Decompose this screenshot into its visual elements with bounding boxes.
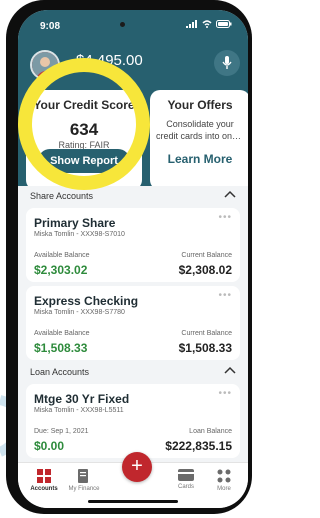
app-screen: 9:08 $4,495.00 Your Credit Score 634 Rat… — [18, 10, 248, 508]
tab-cards-label: Cards — [177, 484, 194, 490]
loan-accounts-header[interactable]: Loan Accounts — [18, 362, 248, 382]
loan-balance-label: Loan Balance — [189, 428, 232, 435]
offers-description-line2: credit cards into one... — [156, 131, 244, 141]
tab-cards[interactable]: Cards — [166, 469, 206, 490]
more-options-icon[interactable]: ••• — [218, 290, 232, 301]
add-button[interactable]: + — [122, 452, 152, 482]
status-icons — [186, 20, 232, 28]
voice-assistant-button[interactable] — [214, 50, 240, 76]
loan-balance-value: $222,835.15 — [165, 439, 232, 453]
account-name: Primary Share — [34, 216, 116, 230]
signal-icon — [186, 20, 197, 28]
credit-score-value: 634 — [69, 120, 99, 139]
available-balance-label: Available Balance — [34, 330, 90, 337]
chevron-up-icon[interactable] — [224, 366, 236, 374]
offers-title: Your Offers — [167, 98, 233, 112]
account-card-primary-share[interactable]: Primary Share Miska Tomlin - XXX98-S7010… — [26, 208, 240, 282]
battery-icon — [216, 20, 232, 28]
due-date-label: Due: Sep 1, 2021 — [34, 428, 89, 435]
account-card-express-checking[interactable]: Express Checking Miska Tomlin - XXX98-S7… — [26, 286, 240, 360]
accounts-icon — [37, 469, 51, 483]
tab-my-finance-label: My Finance — [68, 486, 100, 492]
card-icon — [178, 469, 194, 481]
account-name: Express Checking — [34, 294, 139, 308]
wifi-icon — [202, 20, 212, 28]
learn-more-link[interactable]: Learn More — [150, 152, 248, 166]
account-number: Miska Tomlin - XXX98-S7010 — [34, 231, 125, 238]
available-balance-label: Available Balance — [34, 252, 90, 259]
offers-description-line1: Consolidate your — [166, 119, 234, 129]
more-grid-icon — [217, 469, 231, 483]
more-options-icon[interactable]: ••• — [218, 212, 232, 223]
current-balance-label: Current Balance — [181, 330, 232, 337]
available-balance-value: $1,508.33 — [34, 341, 88, 355]
tab-accounts[interactable]: Accounts — [24, 469, 64, 492]
tab-more[interactable]: More — [204, 469, 244, 492]
microphone-icon — [222, 56, 232, 69]
tab-my-finance[interactable]: My Finance — [64, 469, 104, 492]
user-photo-icon — [32, 52, 58, 78]
status-time: 9:08 — [40, 21, 61, 32]
phone-frame: 9:08 $4,495.00 Your Credit Score 634 Rat… — [6, 0, 252, 514]
status-bar: 9:08 — [18, 10, 248, 36]
home-indicator — [88, 500, 178, 503]
current-balance-label: Current Balance — [181, 252, 232, 259]
available-balance-value: $2,303.02 — [34, 263, 88, 277]
finance-document-icon — [78, 469, 88, 483]
tab-more-label: More — [217, 486, 231, 492]
more-options-icon[interactable]: ••• — [218, 388, 232, 399]
share-accounts-label: Share Accounts — [30, 191, 94, 201]
share-accounts-header[interactable]: Share Accounts — [18, 186, 248, 206]
camera-dot — [120, 22, 125, 27]
loan-number: Miska Tomlin - XXX98-L5511 — [34, 407, 124, 414]
show-report-button[interactable]: Show Report — [38, 149, 130, 173]
offers-card[interactable]: Your Offers Consolidate your credit card… — [150, 90, 248, 190]
amount-due-value: $0.00 — [34, 439, 65, 453]
avatar[interactable] — [30, 50, 60, 80]
total-balance: $4,495.00 — [76, 52, 143, 69]
current-balance-value: $1,508.33 — [178, 341, 232, 355]
loan-accounts-label: Loan Accounts — [30, 367, 90, 377]
credit-score-title: Your Credit Score — [33, 98, 135, 112]
tab-accounts-label: Accounts — [30, 486, 58, 492]
current-balance-value: $2,308.02 — [178, 263, 232, 277]
loan-name: Mtge 30 Yr Fixed — [34, 392, 130, 406]
loan-card-mortgage[interactable]: Mtge 30 Yr Fixed Miska Tomlin - XXX98-L5… — [26, 384, 240, 458]
account-number: Miska Tomlin - XXX98-S7780 — [34, 309, 125, 316]
chevron-up-icon[interactable] — [224, 190, 236, 198]
credit-score-card[interactable]: Your Credit Score 634 Rating: FAIR Show … — [26, 90, 142, 190]
